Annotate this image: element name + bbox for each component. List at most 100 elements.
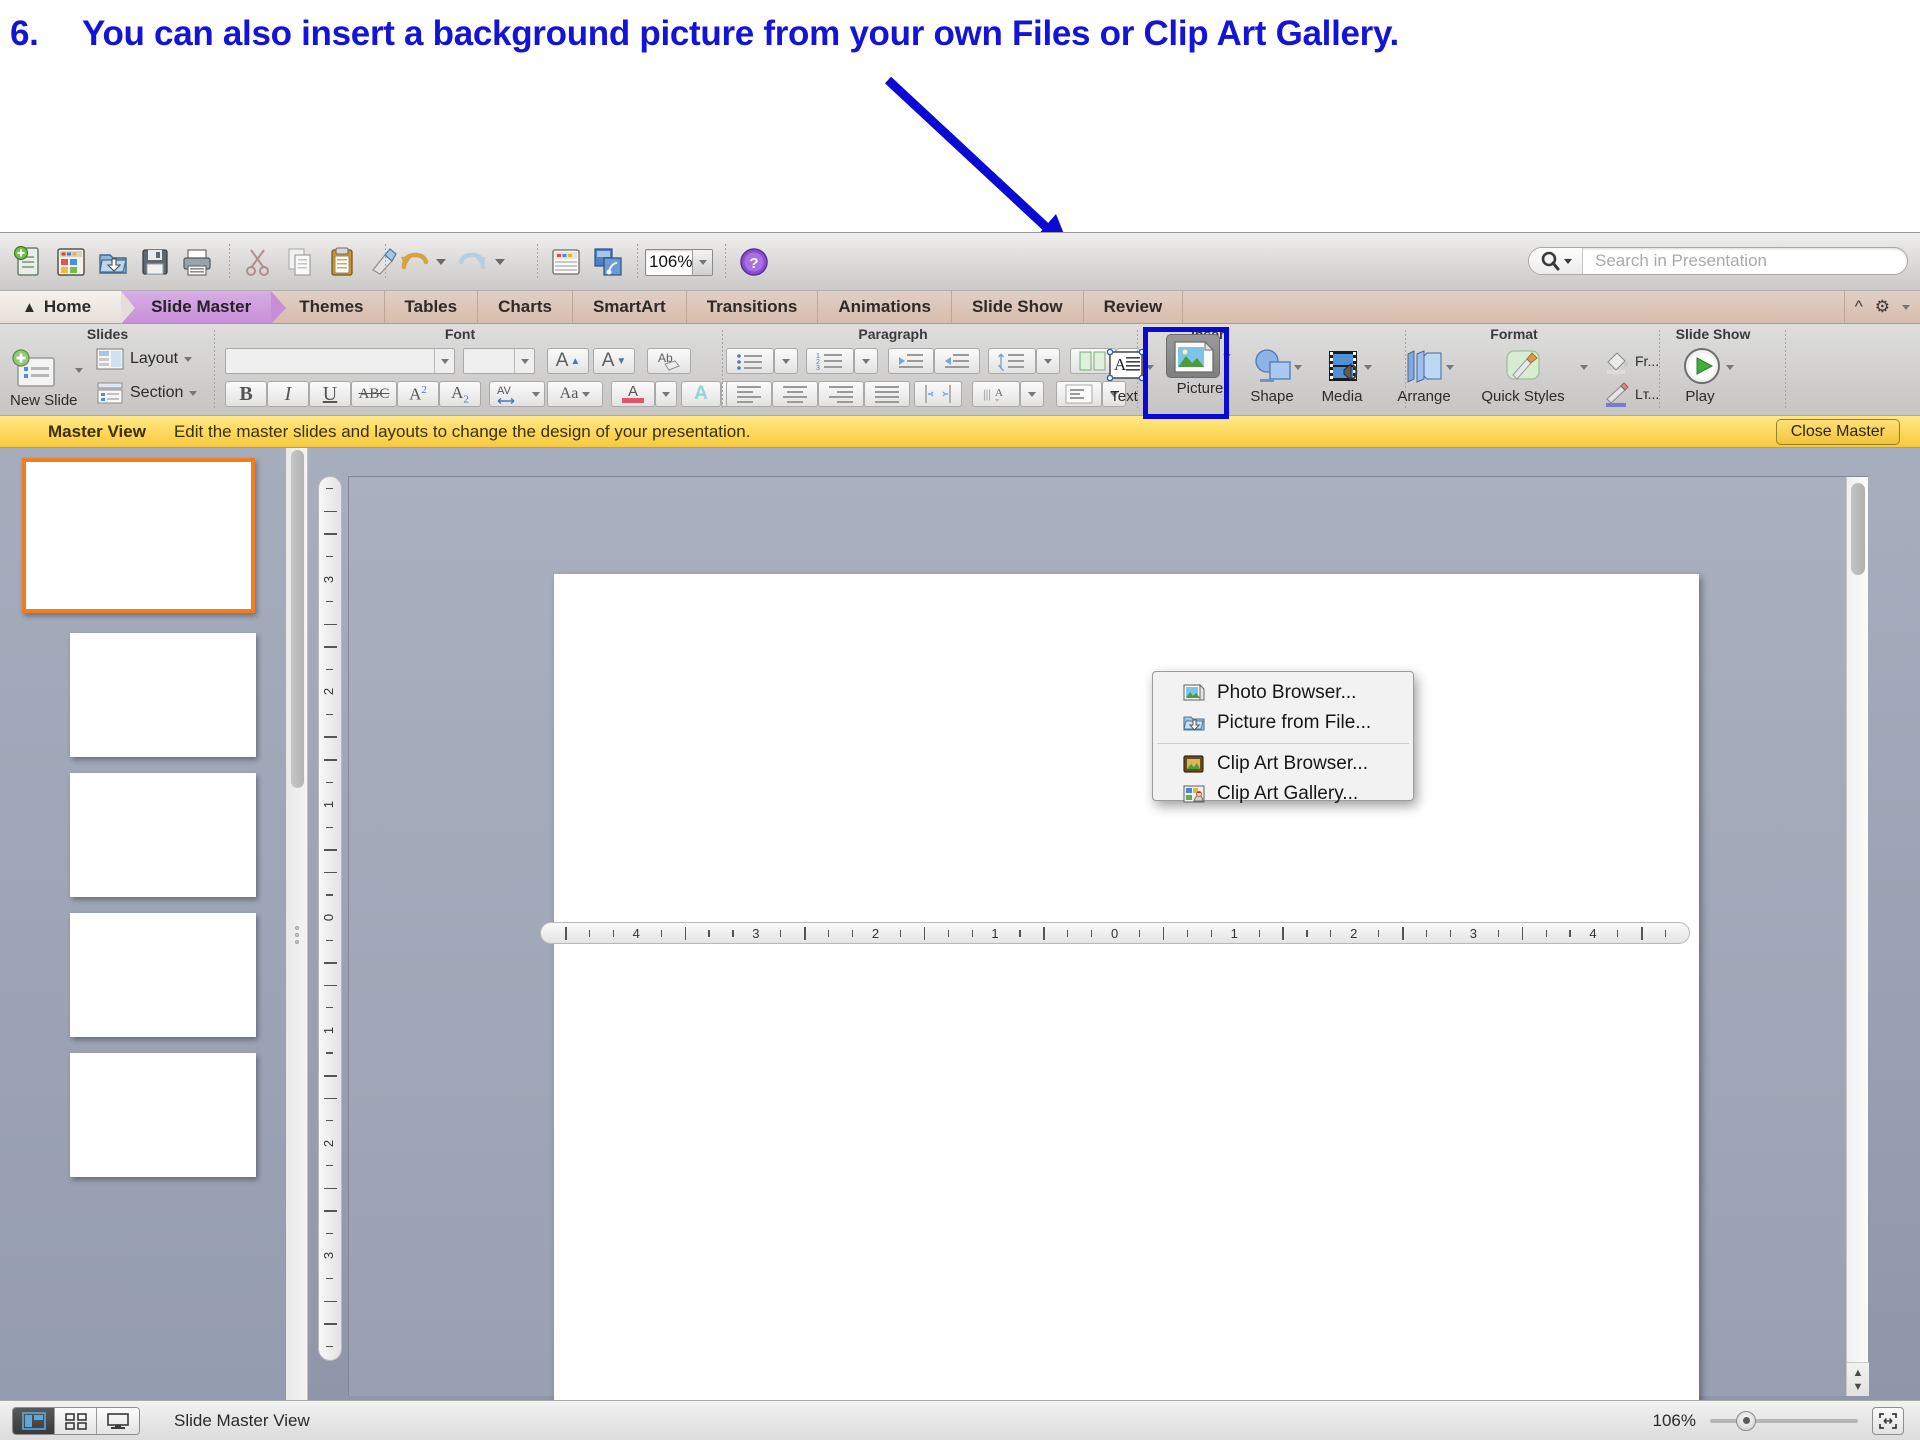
font-size-input[interactable] bbox=[463, 348, 535, 374]
section-caret-icon[interactable] bbox=[189, 390, 198, 396]
view-mode-buttons[interactable] bbox=[12, 1406, 140, 1435]
grow-font-button[interactable]: A ▲ bbox=[547, 348, 589, 374]
play-button[interactable]: Play bbox=[1668, 347, 1732, 405]
menu-item-clip-art-browser[interactable]: Clip Art Browser... bbox=[1153, 749, 1413, 779]
fit-to-window-button[interactable] bbox=[1872, 1406, 1904, 1435]
print-icon[interactable] bbox=[176, 241, 218, 283]
menu-item-picture-from-file[interactable]: Picture from File... bbox=[1153, 708, 1413, 738]
text-orientation-caret-icon[interactable] bbox=[1020, 381, 1044, 407]
change-case-button[interactable]: Aa bbox=[547, 381, 603, 407]
italic-button[interactable]: I bbox=[267, 381, 309, 407]
tab-review[interactable]: Review bbox=[1084, 291, 1184, 323]
slide-thumbnail-2[interactable] bbox=[70, 633, 256, 757]
superscript-button[interactable]: A2 bbox=[397, 381, 439, 407]
canvas-vertical-scrollbar[interactable]: ▲ ▼ bbox=[1846, 477, 1869, 1396]
text-orientation-button[interactable]: ||| A bbox=[972, 381, 1020, 407]
align-left-button[interactable] bbox=[726, 381, 772, 407]
quick-styles-caret-icon[interactable] bbox=[1580, 365, 1588, 370]
numbered-list-caret-icon[interactable] bbox=[854, 348, 878, 374]
slide-thumbnail-4[interactable] bbox=[70, 913, 256, 1037]
clear-formatting-button[interactable]: Ab bbox=[647, 348, 691, 374]
font-color-button[interactable]: A bbox=[611, 381, 655, 407]
menu-item-photo-browser[interactable]: Photo Browser... bbox=[1153, 678, 1413, 708]
font-name-caret-icon[interactable] bbox=[434, 349, 454, 373]
help-icon[interactable]: ? bbox=[733, 241, 775, 283]
shape-caret-icon[interactable] bbox=[1294, 365, 1302, 370]
gear-caret-icon[interactable] bbox=[1902, 304, 1910, 310]
align-right-button[interactable] bbox=[818, 381, 864, 407]
arrange-button[interactable]: Arrange bbox=[1392, 347, 1456, 405]
zoom-slider-handle[interactable] bbox=[1736, 1410, 1756, 1431]
line-spacing-caret-icon[interactable] bbox=[1036, 348, 1060, 374]
media-browser-icon[interactable] bbox=[587, 241, 629, 283]
canvas-scrollbar-thumb[interactable] bbox=[1851, 483, 1865, 575]
layout-caret-icon[interactable] bbox=[184, 356, 193, 362]
normal-view-button[interactable] bbox=[13, 1407, 55, 1434]
bold-button[interactable]: B bbox=[225, 381, 267, 407]
scroll-up-icon[interactable]: ▲ bbox=[1853, 1367, 1864, 1379]
picture-dropdown-menu[interactable]: Photo Browser... Picture from File... Cl… bbox=[1152, 671, 1414, 804]
pane-splitter-handle[interactable] bbox=[288, 918, 306, 952]
increase-indent-button[interactable] bbox=[934, 348, 980, 374]
media-button[interactable]: Media bbox=[1310, 347, 1374, 405]
canvas-scroll-arrows[interactable]: ▲ ▼ bbox=[1847, 1362, 1869, 1396]
zoom-controls[interactable]: 106% bbox=[1653, 1406, 1904, 1435]
slide-thumbnail-pane[interactable] bbox=[0, 448, 285, 1403]
presenter-view-button[interactable] bbox=[97, 1407, 139, 1434]
new-presentation-icon[interactable] bbox=[8, 241, 50, 283]
shrink-font-button[interactable]: A ▼ bbox=[593, 348, 635, 374]
tab-home[interactable]: ▲ Home bbox=[0, 291, 136, 324]
slide-thumbnail-1[interactable] bbox=[22, 458, 255, 613]
new-slide-icon[interactable] bbox=[50, 241, 92, 283]
new-slide-caret-icon[interactable] bbox=[75, 368, 83, 373]
strikethrough-button[interactable]: ABC bbox=[351, 381, 397, 407]
font-size-caret-icon[interactable] bbox=[514, 349, 534, 373]
new-slide-button[interactable] bbox=[8, 349, 68, 396]
slide-sorter-view-button[interactable] bbox=[55, 1407, 97, 1434]
menu-item-clip-art-gallery[interactable]: Clip Art Gallery... bbox=[1153, 779, 1413, 809]
shape-button[interactable]: Shape bbox=[1240, 347, 1304, 405]
paste-icon[interactable] bbox=[321, 241, 363, 283]
media-caret-icon[interactable] bbox=[1364, 365, 1372, 370]
redo-icon[interactable] bbox=[452, 241, 494, 283]
gear-icon[interactable]: ⚙ bbox=[1875, 297, 1890, 317]
open-icon[interactable] bbox=[92, 241, 134, 283]
search-box[interactable]: Search in Presentation bbox=[1528, 247, 1908, 275]
zoom-dropdown-arrow-icon[interactable] bbox=[692, 249, 712, 275]
tab-smartart[interactable]: SmartArt bbox=[573, 291, 687, 323]
zoom-combo[interactable]: 106% bbox=[645, 248, 713, 276]
cut-icon[interactable] bbox=[237, 241, 279, 283]
text-effects-button[interactable]: A bbox=[681, 381, 721, 407]
tab-animations[interactable]: Animations bbox=[818, 291, 952, 323]
numbered-list-button[interactable]: 123 bbox=[806, 348, 854, 374]
zoom-slider[interactable] bbox=[1710, 1410, 1858, 1431]
text-direction-button[interactable] bbox=[914, 381, 962, 407]
tab-tables[interactable]: Tables bbox=[385, 291, 479, 323]
tab-slide-show[interactable]: Slide Show bbox=[952, 291, 1084, 323]
search-icon[interactable] bbox=[1529, 248, 1583, 274]
bullet-list-button[interactable] bbox=[726, 348, 774, 374]
tab-transitions[interactable]: Transitions bbox=[687, 291, 819, 323]
format-background-icon[interactable] bbox=[545, 241, 587, 283]
close-master-button[interactable]: Close Master bbox=[1775, 418, 1900, 445]
tab-charts[interactable]: Charts bbox=[478, 291, 573, 323]
tab-themes[interactable]: Themes bbox=[271, 291, 385, 323]
collapse-ribbon-icon[interactable]: ^ bbox=[1855, 297, 1863, 317]
layout-button[interactable]: Layout bbox=[96, 348, 193, 370]
line-spacing-button[interactable] bbox=[988, 348, 1036, 374]
save-icon[interactable] bbox=[134, 241, 176, 283]
decrease-indent-button[interactable] bbox=[888, 348, 934, 374]
redo-caret-icon[interactable] bbox=[495, 259, 505, 265]
section-button[interactable]: Section bbox=[96, 382, 198, 404]
scroll-down-icon[interactable]: ▼ bbox=[1853, 1381, 1864, 1393]
thumbnail-scrollbar-thumb[interactable] bbox=[291, 450, 304, 788]
undo-icon[interactable] bbox=[393, 241, 435, 283]
undo-caret-icon[interactable] bbox=[436, 259, 446, 265]
font-name-input[interactable] bbox=[225, 348, 455, 374]
character-spacing-button[interactable]: AV bbox=[489, 381, 545, 407]
subscript-button[interactable]: A2 bbox=[439, 381, 481, 407]
tab-slide-master[interactable]: Slide Master bbox=[121, 291, 287, 324]
slide-thumbnail-3[interactable] bbox=[70, 773, 256, 897]
quick-styles-button[interactable]: Quick Styles bbox=[1468, 347, 1578, 405]
play-caret-icon[interactable] bbox=[1726, 365, 1734, 370]
